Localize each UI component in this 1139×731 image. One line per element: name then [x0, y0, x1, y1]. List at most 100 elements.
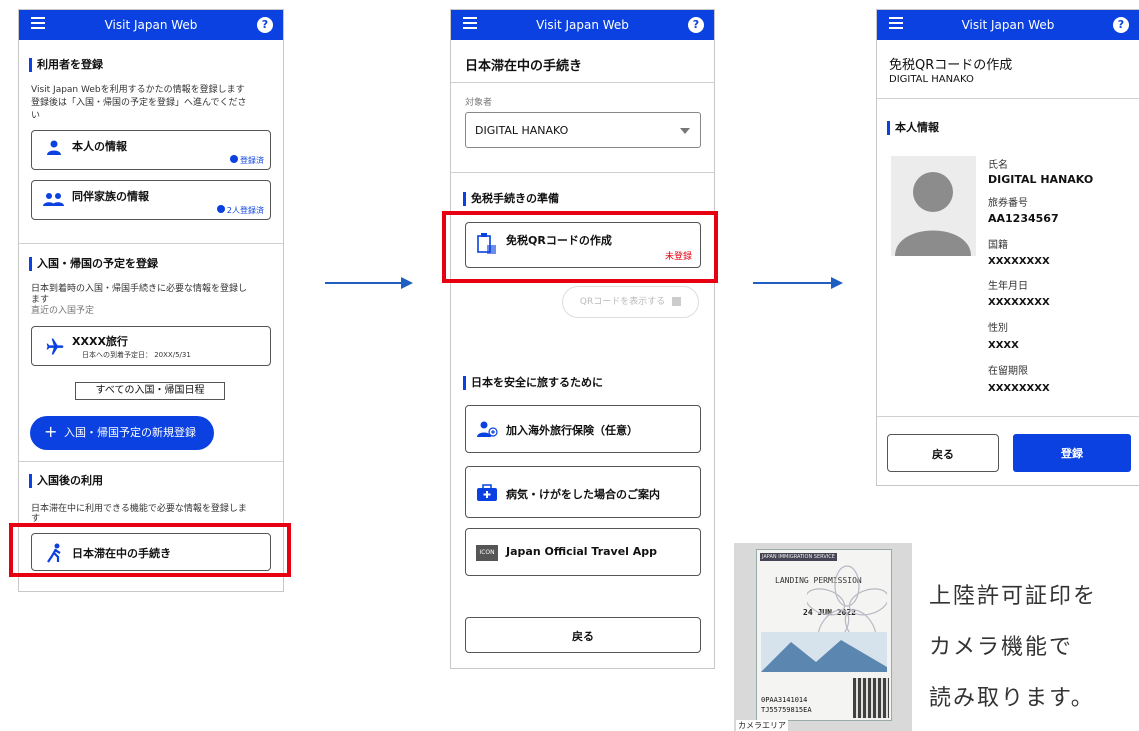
recent-entry-label: 直近の入国予定: [31, 306, 95, 316]
screen-stay-procedures: Visit Japan Web ? 日本滞在中の手続き 対象者 DIGITAL …: [450, 9, 715, 669]
sick-guide-label: 病気・けがをした場合のご案内: [506, 488, 660, 501]
avatar: [891, 156, 976, 256]
name-label: 氏名: [988, 160, 1008, 171]
app-bar: Visit Japan Web ?: [19, 10, 283, 40]
page-title: 日本滞在中の手続き: [465, 59, 583, 74]
nationality-label: 国籍: [988, 240, 1008, 251]
travel-app-label: Japan Official Travel App: [506, 545, 658, 558]
self-info-status-text: 登録済: [240, 156, 264, 165]
highlight-box-stay-procedure: [9, 523, 291, 577]
self-info-card[interactable]: 本人の情報 登録済: [31, 130, 271, 170]
plus-icon: +: [44, 422, 58, 441]
user-registration-heading: 利用者を登録: [29, 58, 103, 72]
stamp-code-2: TJ55759815EA: [761, 706, 812, 714]
mountain-graphic: [761, 632, 887, 672]
trip-card[interactable]: XXXX旅行 日本への到着予定日： 20XX/5/31: [31, 326, 271, 366]
register-button-label: 登録: [1061, 447, 1083, 460]
flow-arrow-1: [325, 277, 413, 289]
target-person-value: DIGITAL HANAKO: [475, 124, 569, 137]
trip-date: 日本への到着予定日： 20XX/5/31: [82, 351, 191, 359]
safe-travel-heading: 日本を安全に旅するために: [463, 376, 603, 390]
check-circle-icon: [230, 155, 238, 163]
qr-code-icon: [672, 297, 682, 306]
airplane-icon: [46, 338, 64, 355]
camera-caption-1: 上陸許可証印を: [929, 584, 1098, 609]
highlight-box-taxfree-qr: [442, 211, 718, 283]
user-registration-description-1: Visit Japan Webを利用するかたの情報を登録します: [31, 85, 245, 95]
camera-area-photo: JAPAN IMMIGRATION SERVICE LANDING PERMIS…: [734, 543, 912, 731]
sick-guide-card[interactable]: 病気・けがをした場合のご案内: [465, 466, 701, 518]
period-label: 在留期限: [988, 366, 1028, 377]
target-person-select[interactable]: DIGITAL HANAKO: [465, 112, 701, 148]
show-qr-label: QRコードを表示する: [579, 297, 666, 307]
travel-app-icon: ICON: [476, 545, 498, 561]
self-info-label: 本人の情報: [72, 140, 127, 153]
avatar-placeholder-icon: [895, 172, 971, 256]
all-schedules-button[interactable]: すべての入国・帰国日程: [75, 382, 225, 400]
show-qr-button[interactable]: QRコードを表示する: [562, 286, 699, 318]
self-info-heading: 本人情報: [887, 121, 939, 135]
gender-label: 性別: [988, 323, 1008, 334]
travel-app-card[interactable]: ICON Japan Official Travel App: [465, 528, 701, 576]
back-button[interactable]: 戻る: [887, 434, 999, 472]
camera-caption-3: 読み取ります。: [929, 686, 1095, 711]
help-icon[interactable]: ?: [1113, 17, 1129, 33]
hamburger-menu-icon[interactable]: [889, 17, 903, 29]
register-button[interactable]: 登録: [1013, 434, 1131, 472]
period-value: XXXXXXXX: [988, 383, 1050, 394]
help-icon[interactable]: ?: [688, 17, 704, 33]
section-divider: [451, 172, 714, 173]
page-title: 免税QRコードの作成: [889, 58, 1013, 73]
after-entry-description-1: 日本滞在中に利用できる機能で必要な情報を登録しま: [31, 504, 247, 514]
camera-caption-2: カメラ機能で: [929, 635, 1074, 660]
name-value: DIGITAL HANAKO: [988, 173, 1094, 186]
insurance-card[interactable]: 加入海外旅行保険（任意）: [465, 405, 701, 453]
user-registration-description-2: 登録後は「入国・帰国の予定を登録」へ進んでくださ: [31, 98, 247, 108]
landing-permission-stamp: JAPAN IMMIGRATION SERVICE LANDING PERMIS…: [756, 549, 892, 721]
title-divider: [451, 82, 714, 83]
flow-arrow-2: [753, 277, 843, 289]
nationality-value: XXXXXXXX: [988, 256, 1050, 267]
family-info-status: 2人登録済: [216, 205, 264, 216]
person-icon: [47, 140, 61, 155]
back-button-label: 戻る: [932, 448, 954, 461]
page-subtitle: DIGITAL HANAKO: [889, 74, 974, 85]
back-button[interactable]: 戻る: [465, 617, 701, 653]
self-info-status: 登録済: [230, 155, 264, 166]
app-bar: Visit Japan Web ?: [451, 10, 714, 40]
taxfree-heading: 免税手続きの準備: [463, 192, 559, 206]
entry-schedule-description-1: 日本到着時の入国・帰国手続きに必要な情報を登録し: [31, 284, 248, 294]
check-circle-icon: [216, 205, 225, 213]
target-person-label: 対象者: [465, 98, 493, 108]
app-title: Visit Japan Web: [104, 18, 198, 32]
new-register-button[interactable]: + 入国・帰国予定の新規登録: [30, 416, 214, 450]
help-icon[interactable]: ?: [257, 17, 273, 33]
chevron-down-icon: [680, 128, 690, 134]
after-entry-heading: 入国後の利用: [29, 474, 103, 488]
stamp-code-1: 0PAA3141014: [761, 696, 808, 704]
user-registration-description-3: い: [31, 111, 41, 121]
birth-value: XXXXXXXX: [988, 297, 1050, 308]
screen-taxfree-qr-create: Visit Japan Web ? 免税QRコードの作成 DIGITAL HAN…: [876, 9, 1139, 486]
hamburger-menu-icon[interactable]: [31, 17, 45, 29]
entry-schedule-heading: 入国・帰国の予定を登録: [29, 257, 158, 271]
family-info-card[interactable]: 同伴家族の情報 2人登録済: [31, 180, 271, 220]
section-divider: [19, 461, 283, 462]
gender-value: XXXX: [988, 340, 1019, 351]
title-divider: [877, 98, 1139, 99]
app-title: Visit Japan Web: [961, 18, 1055, 32]
medical-bag-icon: [477, 484, 497, 501]
family-info-label: 同伴家族の情報: [72, 190, 149, 203]
screen-user-registration: Visit Japan Web ? 利用者を登録 Visit Japan Web…: [18, 9, 284, 592]
back-button-label: 戻る: [572, 630, 594, 643]
hamburger-menu-icon[interactable]: [463, 17, 477, 29]
app-bar: Visit Japan Web ?: [877, 10, 1139, 40]
passport-label: 旅券番号: [988, 198, 1028, 209]
passport-value: AA1234567: [988, 212, 1059, 225]
entry-schedule-description-2: ます: [31, 295, 50, 305]
stamp-qr-code: [853, 678, 889, 718]
family-icon: [43, 193, 64, 206]
family-info-status-text: 2人登録済: [226, 206, 264, 215]
footer-divider: [877, 416, 1139, 417]
person-plus-icon: [477, 421, 498, 437]
